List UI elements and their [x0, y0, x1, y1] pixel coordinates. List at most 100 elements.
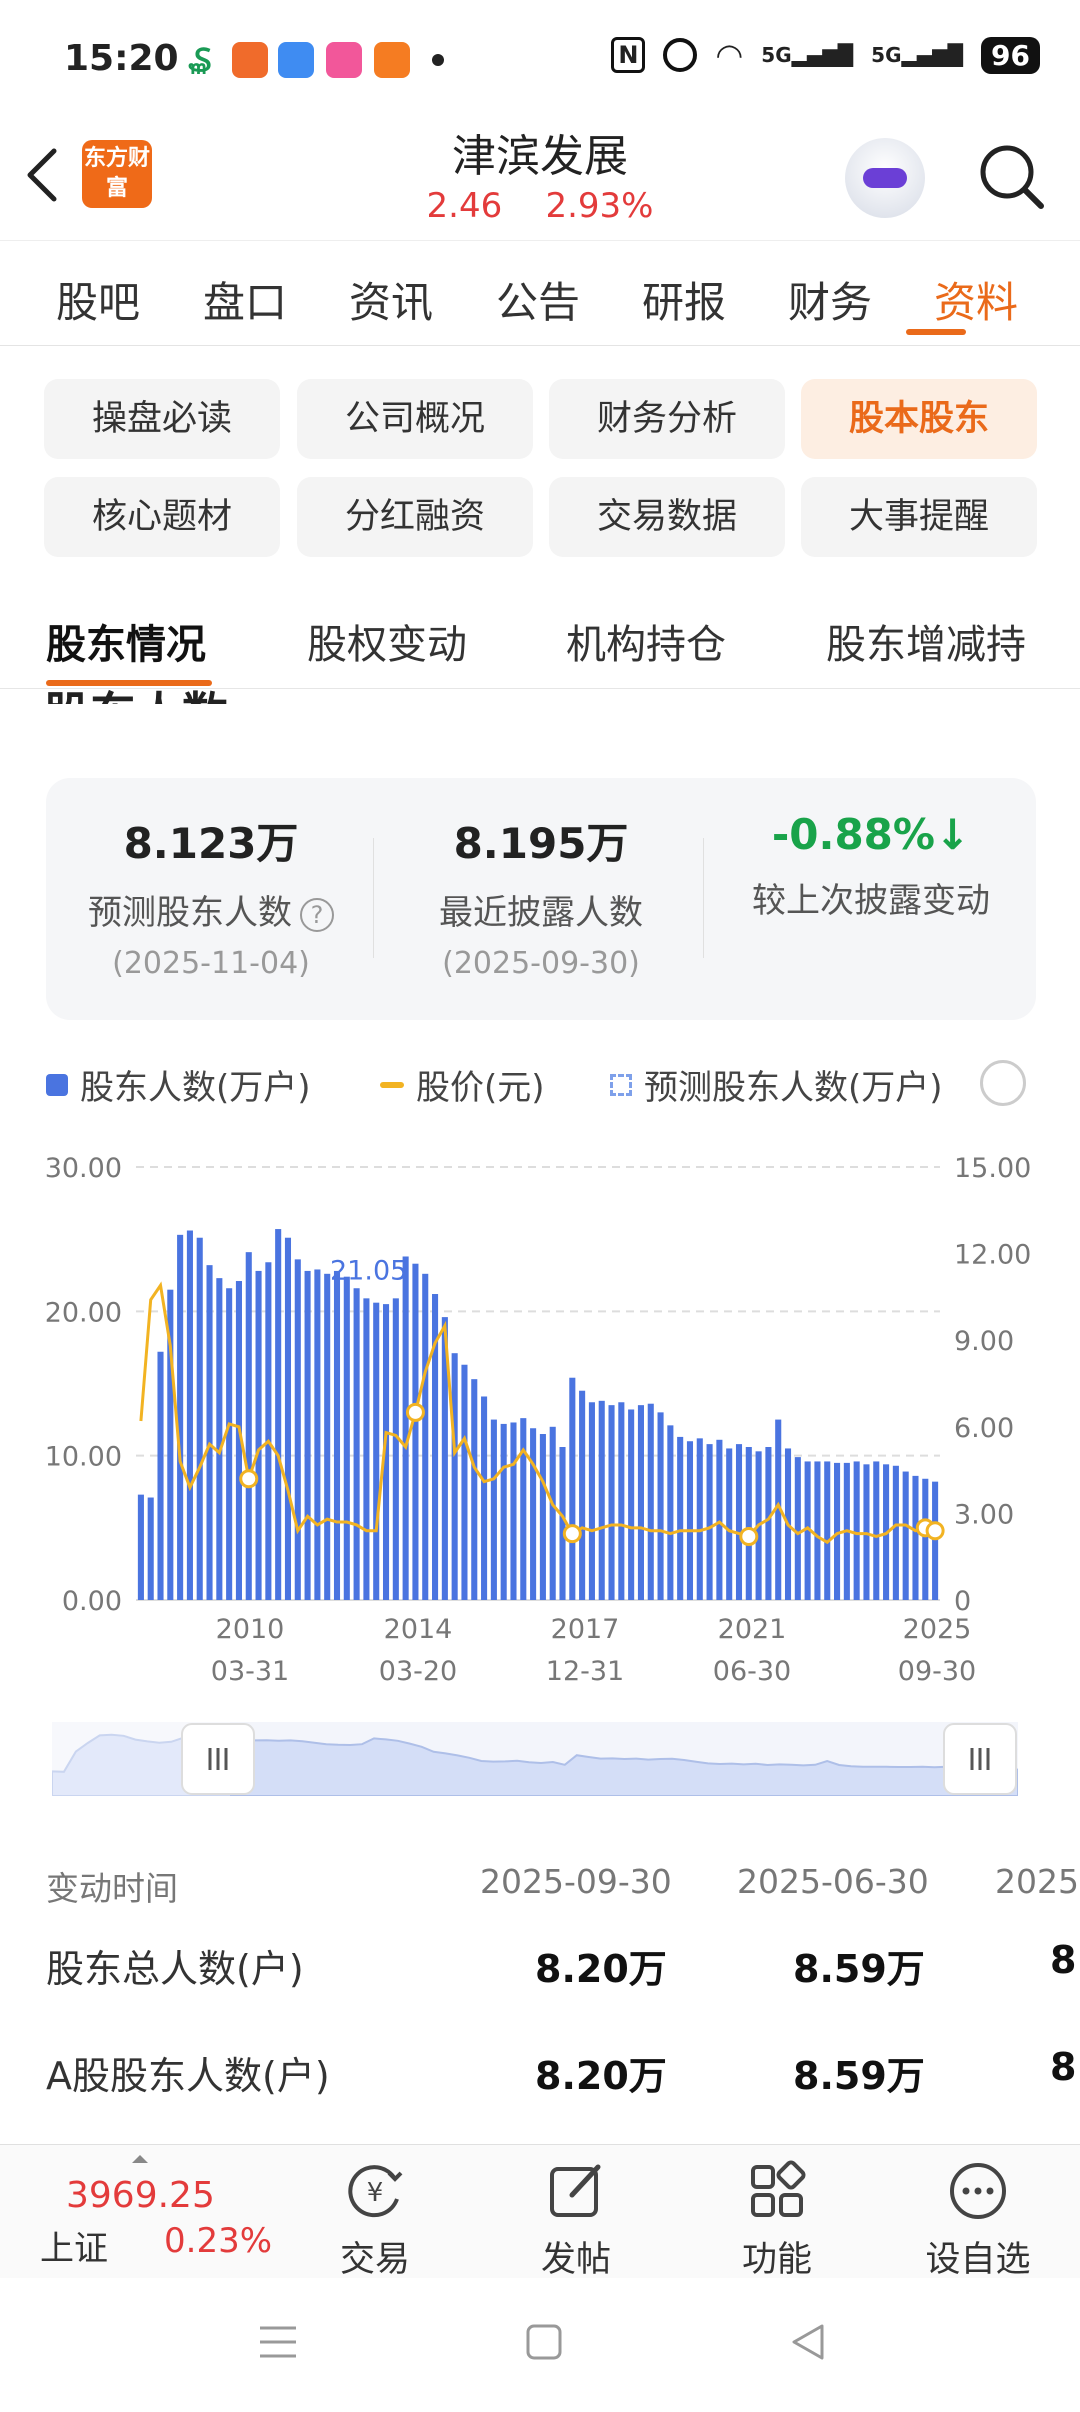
bar	[716, 1439, 723, 1600]
bar	[157, 1351, 164, 1600]
bar	[873, 1461, 880, 1600]
bar	[186, 1230, 193, 1600]
bar	[549, 1426, 556, 1600]
bar	[569, 1377, 576, 1600]
x-tick-date: 03-31	[211, 1656, 289, 1687]
bar	[294, 1259, 301, 1600]
active-subtab-indicator	[46, 680, 212, 686]
bar	[608, 1405, 615, 1600]
price-marker	[925, 1521, 945, 1541]
nfc-icon: N	[611, 37, 646, 73]
alarm-icon	[663, 38, 698, 72]
bar	[363, 1298, 370, 1600]
bar	[892, 1465, 899, 1600]
menu-icon[interactable]	[256, 2320, 300, 2364]
tab-finance[interactable]: 财务	[788, 269, 872, 330]
grid-icon	[751, 2160, 806, 2217]
chip-dividends[interactable]: 分红融资	[297, 477, 533, 557]
chip-core-themes[interactable]: 核心题材	[44, 477, 280, 557]
yen-circle-icon: ¥	[348, 2165, 403, 2218]
chip-trading-guide[interactable]: 操盘必读	[44, 379, 280, 459]
bar	[147, 1497, 154, 1600]
x-tick-date: 12-31	[546, 1656, 624, 1687]
legend-price[interactable]: 股价(元)	[380, 1060, 545, 1109]
add-watchlist-button[interactable]: 设自选	[898, 2159, 1058, 2282]
tab-news[interactable]: 资讯	[349, 269, 433, 330]
help-icon[interactable]: ?	[300, 897, 334, 932]
index-value: 3969.25	[66, 2175, 215, 2216]
tab-announcement[interactable]: 公告	[496, 269, 580, 330]
x-tick-date: 09-30	[898, 1656, 976, 1687]
bar	[392, 1298, 399, 1600]
signal-icon: 5G▂▄▆█	[761, 43, 854, 67]
bar	[530, 1428, 537, 1600]
x-tick-year: 2025	[903, 1614, 972, 1645]
bar	[657, 1412, 664, 1600]
stat-change: -0.88%↓ 较上次披露变动	[752, 810, 990, 921]
bar	[353, 1288, 360, 1600]
app-notification-icon: ₷	[188, 41, 212, 79]
system-nav-bar	[0, 2280, 1080, 2412]
tab-research[interactable]: 研报	[642, 269, 726, 330]
search-icon[interactable]	[975, 140, 1047, 212]
chip-shareholders[interactable]: 股本股东	[801, 379, 1037, 459]
bar	[726, 1448, 733, 1600]
bar	[402, 1256, 409, 1600]
toggle-circle-icon[interactable]	[980, 1060, 1026, 1106]
bar	[637, 1405, 644, 1600]
legend-forecast[interactable]: 预测股东人数(万户)	[610, 1060, 943, 1109]
shareholder-stats-card: 8.123万 预测股东人数? (2025-11-04) 8.195万 最近披露人…	[46, 778, 1036, 1020]
subtab-institutions[interactable]: 机构持仓	[566, 612, 726, 670]
bar	[686, 1441, 694, 1600]
bar	[510, 1422, 517, 1600]
y-right-tick-label: 15.00	[954, 1153, 1031, 1184]
app-notification-icon	[232, 42, 268, 78]
index-ticker[interactable]: 3969.25 上证 0.23%	[40, 2155, 280, 2269]
post-button[interactable]: 发帖	[496, 2159, 656, 2282]
bar	[206, 1265, 213, 1600]
bar	[539, 1434, 546, 1600]
bar	[324, 1273, 331, 1600]
home-icon[interactable]	[522, 2320, 566, 2364]
subtab-shareholders[interactable]: 股东情况	[46, 612, 206, 670]
bar	[745, 1447, 752, 1600]
price-marker	[739, 1526, 759, 1546]
functions-button[interactable]: 功能	[697, 2159, 857, 2282]
tab-pankou[interactable]: 盘口	[203, 269, 287, 330]
bar	[794, 1457, 801, 1600]
bar	[706, 1444, 713, 1600]
chip-events[interactable]: 大事提醒	[801, 477, 1037, 557]
trade-button[interactable]: ¥ 交易	[295, 2159, 455, 2282]
bar	[814, 1461, 821, 1600]
subtab-equity-change[interactable]: 股权变动	[307, 612, 467, 670]
chip-financial-analysis[interactable]: 财务分析	[549, 379, 785, 459]
y-left-tick-label: 10.00	[45, 1442, 122, 1473]
index-name: 上证	[40, 2229, 108, 2269]
stock-change: 2.93%	[545, 186, 654, 226]
bar	[932, 1481, 939, 1600]
range-slider[interactable]	[52, 1722, 1018, 1796]
bar	[275, 1229, 282, 1600]
legend-shareholders[interactable]: 股东人数(万户)	[46, 1060, 311, 1109]
bar	[265, 1262, 272, 1600]
tab-profile[interactable]: 资料	[934, 269, 1018, 330]
main-tabs: 股吧 盘口 资讯 公告 研报 财务 资料	[0, 240, 1080, 346]
bar	[628, 1409, 635, 1600]
bar	[216, 1278, 223, 1600]
bar	[902, 1471, 909, 1600]
bar	[333, 1270, 341, 1600]
subtab-holding-changes[interactable]: 股东增减持	[826, 612, 1026, 670]
status-bar: 15:20 ₷ N ◠ 5G▂▄▆█ 5G▂▄▆█ 96	[0, 0, 1080, 115]
back-nav-icon[interactable]	[786, 2320, 830, 2364]
tab-guba[interactable]: 股吧	[56, 269, 140, 330]
chip-company-overview[interactable]: 公司概况	[297, 379, 533, 459]
y-left-tick-label: 0.00	[62, 1586, 122, 1617]
x-tick-date: 03-20	[379, 1656, 457, 1687]
assistant-robot-icon[interactable]	[845, 138, 925, 218]
app-notification-icon	[326, 42, 362, 78]
bar	[765, 1447, 772, 1600]
bar	[373, 1302, 380, 1600]
stat-forecast: 8.123万 预测股东人数? (2025-11-04)	[46, 778, 376, 981]
chip-trading-data[interactable]: 交易数据	[549, 477, 785, 557]
annotation-label: 21.05	[330, 1256, 407, 1287]
